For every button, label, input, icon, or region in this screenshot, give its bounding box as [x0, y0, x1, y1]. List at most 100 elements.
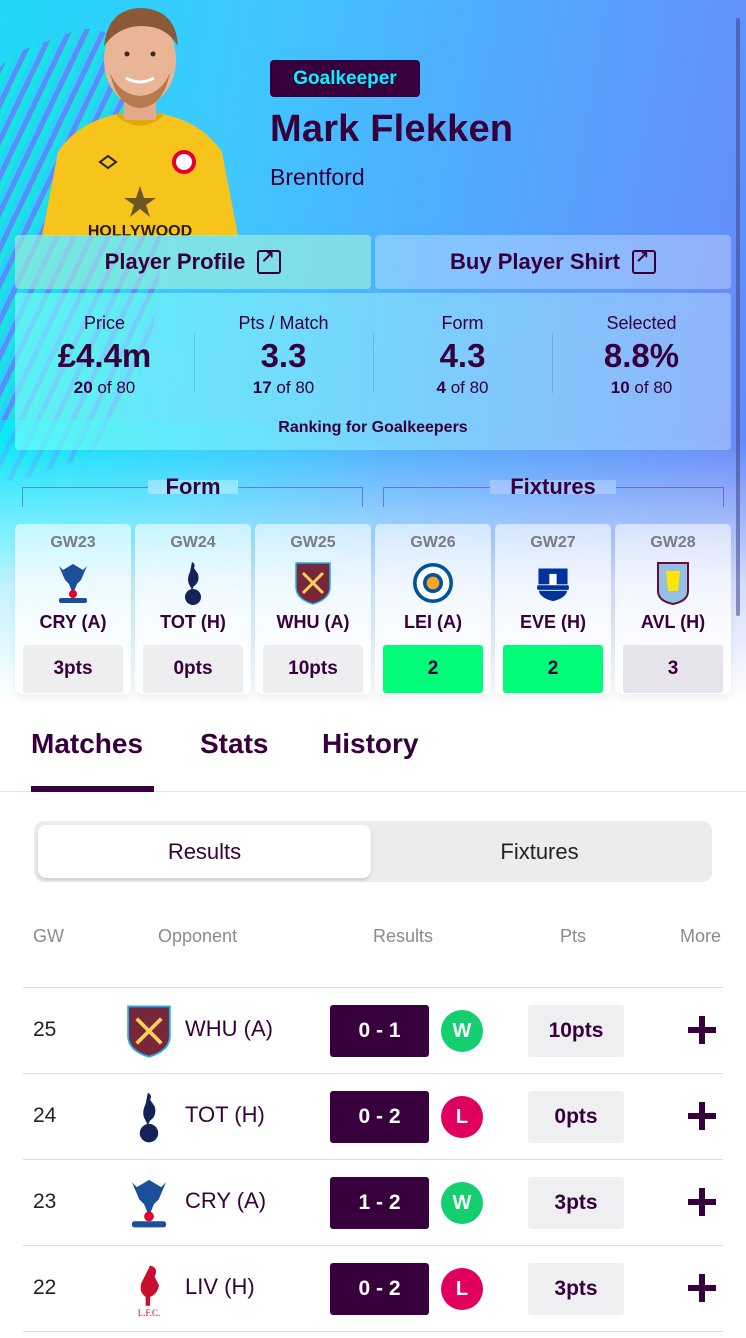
row-gameweek: 22 — [33, 1276, 57, 1299]
gameweek-label: GW27 — [530, 534, 576, 551]
expand-plus-icon[interactable] — [688, 1188, 716, 1216]
row-opponent: TOT (H) — [185, 1102, 265, 1127]
tab-bar: Matches Stats History — [0, 700, 746, 792]
row-score: 1 - 2 — [330, 1177, 429, 1229]
stat-rank: 4 of 80 — [436, 378, 489, 397]
gameweek-label: GW26 — [410, 534, 456, 551]
difficulty-box: 2 — [383, 645, 483, 693]
row-points: 0pts — [528, 1091, 624, 1143]
result-badge: W — [441, 1182, 483, 1224]
stat-form: Form 4.3 4 of 80 — [373, 313, 552, 398]
stat-rank: 10 of 80 — [610, 378, 673, 397]
west-ham-crest-icon — [123, 1004, 175, 1058]
expand-plus-icon[interactable] — [688, 1016, 716, 1044]
opponent-label: CRY (A) — [39, 612, 107, 632]
row-points: 3pts — [528, 1263, 624, 1315]
stat-selected: Selected 8.8% 10 of 80 — [552, 313, 731, 398]
tottenham-crest-icon — [123, 1090, 175, 1144]
gameweek-label: GW23 — [50, 534, 96, 551]
player-stats-card: Price £4.4m 20 of 80 Pts / Match 3.3 17 … — [15, 293, 731, 450]
column-header-more: More — [680, 926, 722, 946]
stat-label: Pts / Match — [238, 313, 329, 333]
difficulty-box: 3 — [623, 645, 723, 693]
player-photo: HOLLYWOOD — [42, 8, 238, 236]
stat-price: Price £4.4m 20 of 80 — [15, 313, 194, 398]
west-ham-crest-icon — [293, 560, 333, 606]
crystal-palace-crest-icon — [53, 560, 93, 606]
opponent-label: LEI (A) — [404, 612, 462, 632]
form-title: Form — [165, 474, 221, 499]
stat-value: 8.8% — [603, 337, 680, 374]
row-gameweek: 24 — [33, 1104, 57, 1127]
active-tab-indicator — [31, 786, 154, 792]
points-box: 10pts — [263, 645, 363, 693]
external-link-icon — [631, 248, 656, 274]
row-points: 10pts — [528, 1005, 624, 1057]
difficulty-box: 2 — [503, 645, 603, 693]
row-opponent: LIV (H) — [185, 1274, 255, 1299]
row-score: 0 - 2 — [330, 1263, 429, 1315]
external-link-icon — [257, 248, 282, 274]
expand-plus-icon[interactable] — [688, 1102, 716, 1130]
row-score: 0 - 2 — [330, 1091, 429, 1143]
form-card[interactable]: GW24 TOT (H) 0pts — [135, 524, 251, 694]
tottenham-crest-icon — [173, 560, 213, 606]
row-points: 3pts — [528, 1177, 624, 1229]
tab-matches[interactable]: Matches — [31, 728, 143, 760]
form-card[interactable]: GW25 WHU (A) 10pts — [255, 524, 371, 694]
position-badge: Goalkeeper — [270, 60, 420, 97]
liverpool-crest-icon: L.F.C. — [123, 1262, 175, 1317]
opponent-label: AVL (H) — [640, 612, 706, 632]
aston-villa-crest-icon — [653, 560, 693, 606]
tab-stats[interactable]: Stats — [200, 728, 268, 760]
opponent-label: WHU (A) — [276, 612, 350, 632]
gameweek-label: GW25 — [290, 534, 336, 551]
gameweek-label: GW24 — [170, 534, 216, 551]
row-gameweek: 25 — [33, 1018, 57, 1041]
column-header-opponent: Opponent — [158, 926, 238, 946]
stat-label: Selected — [606, 313, 677, 333]
stat-value: £4.4m — [57, 337, 152, 374]
player-profile-button[interactable]: Player Profile — [15, 235, 371, 289]
segment-fixtures[interactable]: Fixtures — [371, 825, 708, 878]
fixtures-title: Fixtures — [510, 474, 596, 499]
stat-value: 3.3 — [260, 337, 307, 374]
crystal-palace-crest-icon — [123, 1176, 175, 1230]
opponent-label: EVE (H) — [519, 612, 586, 632]
stat-value: 4.3 — [439, 337, 486, 374]
everton-crest-icon — [533, 560, 573, 606]
fixture-card[interactable]: GW27 EVE (H) 2 — [495, 524, 611, 694]
stat-pts-per-match: Pts / Match 3.3 17 of 80 — [194, 313, 373, 398]
row-opponent: CRY (A) — [185, 1188, 267, 1213]
table-row: 25 WHU (A) 0 - 1 W 10pts — [23, 988, 723, 1074]
stat-label: Form — [441, 313, 484, 333]
segment-results[interactable]: Results — [38, 825, 371, 878]
table-row: 22 L.F.C. LIV (H) 0 - 2 L 3pts — [23, 1246, 723, 1332]
opponent-label: TOT (H) — [160, 612, 226, 632]
player-team: Brentford — [270, 164, 365, 190]
tab-history[interactable]: History — [322, 728, 418, 760]
buy-player-shirt-label: Buy Player Shirt — [450, 249, 620, 274]
expand-plus-icon[interactable] — [688, 1274, 716, 1302]
result-badge: L — [441, 1268, 483, 1310]
fixture-card[interactable]: GW26 LEI (A) 2 — [375, 524, 491, 694]
result-badge: L — [441, 1096, 483, 1138]
row-gameweek: 23 — [33, 1190, 57, 1213]
form-card[interactable]: GW23 CRY (A) 3pts — [15, 524, 131, 694]
row-opponent: WHU (A) — [185, 1016, 273, 1041]
stat-rank: 17 of 80 — [252, 378, 315, 397]
column-header-gw: GW — [33, 926, 64, 946]
table-row: 24 TOT (H) 0 - 2 L 0pts — [23, 1074, 723, 1160]
column-header-results: Results — [373, 926, 434, 946]
results-fixtures-toggle: Results Fixtures — [34, 821, 712, 882]
player-name: Mark Flekken — [270, 108, 514, 150]
gameweek-label: GW28 — [650, 534, 696, 551]
stat-label: Price — [83, 313, 125, 333]
table-row: 23 CRY (A) 1 - 2 W 3pts — [23, 1160, 723, 1246]
stat-rank: 20 of 80 — [73, 378, 136, 397]
row-score: 0 - 1 — [330, 1005, 429, 1057]
points-box: 0pts — [143, 645, 243, 693]
fixture-card[interactable]: GW28 AVL (H) 3 — [615, 524, 731, 694]
vertical-scrollbar[interactable] — [736, 18, 740, 616]
buy-player-shirt-button[interactable]: Buy Player Shirt — [375, 235, 731, 289]
